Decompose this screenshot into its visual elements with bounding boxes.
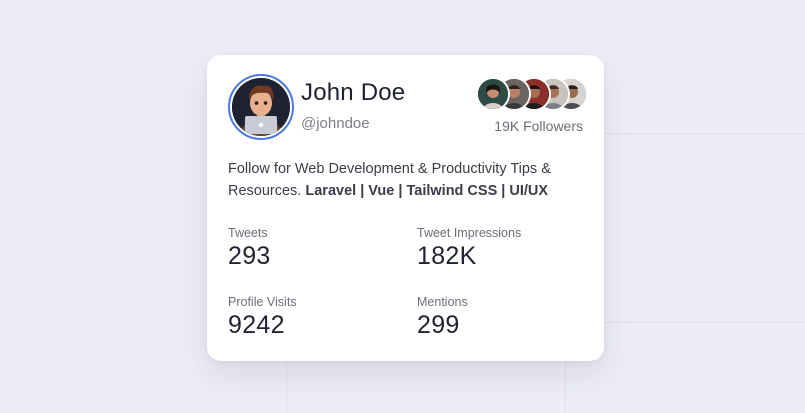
bio-tag: Vue [368,183,395,199]
background-gridline [604,322,805,323]
background-gridline [286,362,287,413]
stat-value: 299 [417,311,460,339]
bio-tag: Laravel [305,183,357,199]
follower-avatar-icon [476,77,510,111]
stat-profile-visits: Profile Visits 9242 [228,295,297,340]
stat-tweet-impressions: Tweet Impressions 182K [417,226,521,271]
profile-name: John Doe [301,79,406,106]
stat-label: Tweet Impressions [417,226,522,240]
followers-count[interactable]: 19K Followers [494,118,583,134]
bio-tag: Tailwind CSS [406,183,498,199]
profile-bio: Follow for Web Development & Productivit… [228,158,588,202]
stat-value: 182K [417,242,477,270]
bio-separator: | [356,183,369,199]
stat-tweets: Tweets 293 [228,226,271,271]
stat-label: Mentions [417,295,468,309]
background-gridline [565,362,566,413]
profile-card: John Doe @johndoe 19K Followers Follow f… [207,55,604,361]
bio-separator: | [497,183,510,199]
profile-avatar[interactable] [228,74,294,140]
bio-separator: | [394,183,407,199]
background-gridline [604,133,805,134]
profile-handle[interactable]: @johndoe [301,115,370,132]
bio-tag: UI/UX [509,183,549,199]
follower-avatars[interactable] [476,77,588,111]
stat-value: 293 [228,242,271,270]
memoji-avatar-icon [232,78,290,136]
stat-label: Profile Visits [228,295,297,309]
stat-label: Tweets [228,226,268,240]
stat-value: 9242 [228,311,285,339]
stat-mentions: Mentions 299 [417,295,468,340]
